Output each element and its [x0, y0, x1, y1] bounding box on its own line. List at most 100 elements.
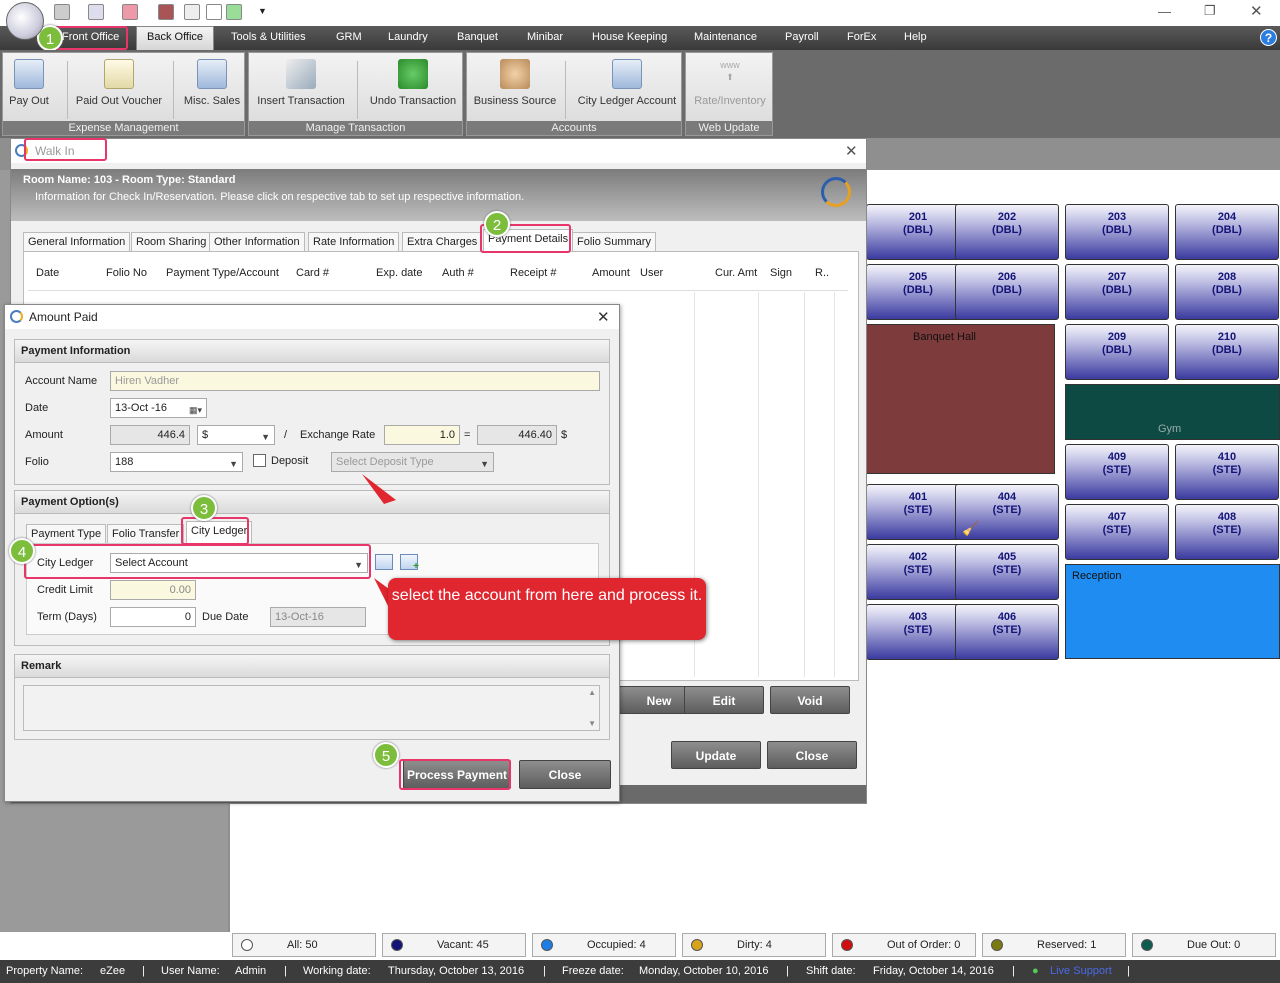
- customize-toolbar-icon[interactable]: ▼: [258, 6, 267, 16]
- exchange-rate-field[interactable]: 1.0: [384, 425, 460, 445]
- menu-maintenance[interactable]: Maintenance: [694, 31, 757, 43]
- room-tile[interactable]: 209 (DBL): [1065, 324, 1169, 380]
- amount-paid-close-icon[interactable]: ✕: [597, 308, 610, 326]
- scroll-down-icon[interactable]: ▼: [588, 719, 596, 728]
- rate-inventory-button[interactable]: www ⬆ Rate/Inventory: [690, 59, 770, 107]
- restore-icon[interactable]: ❐: [1204, 3, 1216, 19]
- menu-minibar[interactable]: Minibar: [527, 31, 563, 43]
- menu-forex[interactable]: ForEx: [847, 31, 876, 43]
- room-tile[interactable]: 203 (DBL): [1065, 204, 1169, 260]
- report-icon[interactable]: [88, 4, 104, 20]
- status-item[interactable]: Out of Order: 0: [832, 933, 976, 957]
- tab-folio-summary[interactable]: Folio Summary: [572, 232, 656, 251]
- paid-out-voucher-button[interactable]: Paid Out Voucher: [73, 59, 165, 107]
- col-amount: Amount: [592, 267, 630, 279]
- room-tile[interactable]: 410 (STE): [1175, 444, 1279, 500]
- date-picker[interactable]: 13-Oct -16 ▦▾: [110, 398, 207, 418]
- room-number: 410: [1217, 451, 1237, 463]
- tab-other-information[interactable]: Other Information: [209, 232, 305, 251]
- menu-help[interactable]: Help: [904, 31, 927, 43]
- tab-payment-type[interactable]: Payment Type: [26, 524, 107, 543]
- account-name-field[interactable]: Hiren Vadher: [110, 371, 600, 391]
- www-label: www: [720, 60, 740, 70]
- credit-limit-value: 0.00: [169, 584, 191, 596]
- status-item[interactable]: Vacant: 45: [382, 933, 526, 957]
- room-tile[interactable]: 210 (DBL): [1175, 324, 1279, 380]
- edit-button[interactable]: Edit: [684, 686, 764, 714]
- currency-select[interactable]: $ ▼: [197, 425, 275, 445]
- room-tile[interactable]: 409 (STE): [1065, 444, 1169, 500]
- checklist-icon[interactable]: [226, 4, 242, 20]
- folio-select[interactable]: 188 ▼: [110, 452, 243, 472]
- eraser-icon[interactable]: [122, 4, 138, 20]
- tab-folio-transfer[interactable]: Folio Transfer: [107, 524, 185, 543]
- calendar-dropdown-icon[interactable]: ▦▾: [189, 401, 202, 417]
- room-tile[interactable]: 208 (DBL): [1175, 264, 1279, 320]
- app-logo-icon[interactable]: [6, 2, 44, 40]
- reception-area[interactable]: Reception: [1065, 564, 1280, 659]
- status-item[interactable]: Reserved: 1: [982, 933, 1126, 957]
- status-item[interactable]: Due Out: 0: [1132, 933, 1276, 957]
- menu-tools-utilities[interactable]: Tools & Utilities: [231, 31, 306, 43]
- deposit-type-select[interactable]: Select Deposit Type ▼: [331, 452, 494, 472]
- room-tile[interactable]: 406 (STE): [955, 604, 1059, 660]
- amount-paid-logo-icon: [10, 310, 23, 323]
- gym-area[interactable]: Gym: [1065, 384, 1280, 440]
- menu-banquet[interactable]: Banquet: [457, 31, 498, 43]
- menu-laundry[interactable]: Laundry: [388, 31, 428, 43]
- help-icon[interactable]: ?: [1260, 29, 1277, 46]
- menu-payroll[interactable]: Payroll: [785, 31, 819, 43]
- close-window-icon[interactable]: ✕: [1250, 2, 1263, 20]
- footer-separator: |: [1012, 965, 1015, 977]
- city-ledger-account-button[interactable]: City Ledger Account: [573, 59, 681, 107]
- pay-out-button[interactable]: Pay Out: [7, 59, 51, 107]
- room-tile[interactable]: 408 (STE): [1175, 504, 1279, 560]
- amount-field[interactable]: 446.4: [110, 425, 190, 445]
- room-tile[interactable]: 407 (STE): [1065, 504, 1169, 560]
- ezee-logo-icon: [821, 177, 851, 207]
- banquet-hall-area[interactable]: Banquet Hall: [866, 324, 1055, 474]
- col-date: Date: [36, 267, 60, 279]
- amount-paid-close-button[interactable]: Close: [519, 760, 611, 789]
- void-button[interactable]: Void: [770, 686, 850, 714]
- minimize-icon[interactable]: —: [1158, 4, 1171, 19]
- live-support-link[interactable]: Live Support: [1050, 965, 1112, 977]
- status-dot-icon: [841, 939, 853, 951]
- menu-house-keeping[interactable]: House Keeping: [592, 31, 667, 43]
- database-icon[interactable]: [54, 4, 70, 20]
- remark-textarea[interactable]: ▲ ▼: [23, 685, 600, 731]
- status-label: Out of Order: 0: [887, 939, 961, 951]
- menu-back-office[interactable]: Back Office: [147, 31, 203, 43]
- status-item[interactable]: Dirty: 4: [682, 933, 826, 957]
- deposit-checkbox[interactable]: [253, 454, 266, 467]
- due-date-label: Due Date: [202, 611, 249, 623]
- menu-grm[interactable]: GRM: [336, 31, 362, 43]
- scroll-up-icon[interactable]: ▲: [588, 688, 596, 697]
- walk-in-close-icon[interactable]: ✕: [845, 142, 858, 160]
- group-label-accounts: Accounts: [467, 121, 681, 135]
- room-type: (STE): [992, 564, 1022, 576]
- room-tile[interactable]: 207 (DBL): [1065, 264, 1169, 320]
- room-tile[interactable]: 202 (DBL): [955, 204, 1059, 260]
- misc-sales-button[interactable]: Misc. Sales: [183, 59, 241, 107]
- note-icon[interactable]: [184, 4, 200, 20]
- tab-rate-information[interactable]: Rate Information: [308, 232, 400, 251]
- room-tile[interactable]: 204 (DBL): [1175, 204, 1279, 260]
- tab-general-information[interactable]: General Information: [23, 232, 131, 251]
- tab-room-sharing[interactable]: Room Sharing: [131, 232, 212, 251]
- insert-transaction-button[interactable]: Insert Transaction: [253, 59, 349, 107]
- room-tile[interactable]: 206 (DBL): [955, 264, 1059, 320]
- text-icon[interactable]: [206, 4, 222, 20]
- status-item[interactable]: Occupied: 4: [532, 933, 676, 957]
- business-source-button[interactable]: Business Source: [471, 59, 559, 107]
- col-payment-type: Payment Type/Account: [166, 267, 279, 279]
- undo-transaction-button[interactable]: Undo Transaction: [365, 59, 461, 107]
- update-button[interactable]: Update: [671, 741, 761, 769]
- room-tile[interactable]: 405 (STE): [955, 544, 1059, 600]
- book-icon[interactable]: [158, 4, 174, 20]
- status-item[interactable]: All: 50: [232, 933, 376, 957]
- tab-extra-charges[interactable]: Extra Charges: [402, 232, 483, 251]
- walk-in-close-button[interactable]: Close: [767, 741, 857, 769]
- menu-bar: Front Office Back Office Tools & Utiliti…: [0, 26, 1280, 50]
- term-days-field[interactable]: 0: [110, 607, 196, 627]
